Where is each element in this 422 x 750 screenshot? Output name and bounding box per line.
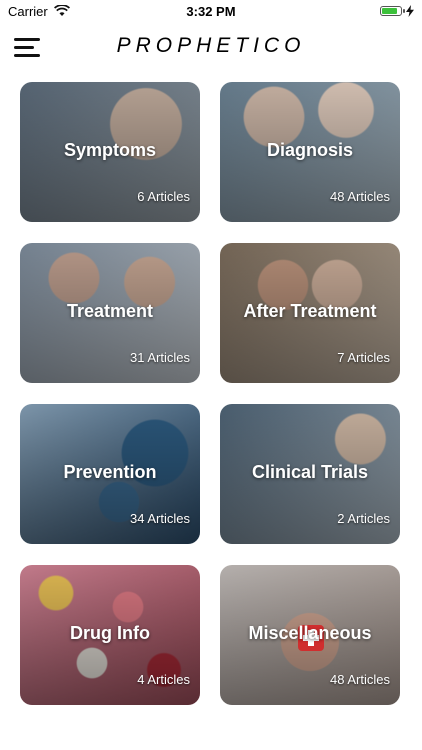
battery-icon bbox=[380, 6, 405, 16]
card-title: After Treatment bbox=[243, 301, 377, 321]
category-card-symptoms[interactable]: Symptoms 6 Articles bbox=[20, 82, 200, 222]
card-title: Symptoms bbox=[63, 140, 157, 160]
category-card-drug-info[interactable]: Drug Info 4 Articles bbox=[20, 565, 200, 705]
app-header: PROPHETICO bbox=[0, 30, 422, 66]
card-title: Drug Info bbox=[70, 623, 150, 643]
category-card-prevention[interactable]: Prevention 34 Articles bbox=[20, 404, 200, 544]
category-card-after-treatment[interactable]: After Treatment 7 Articles bbox=[220, 243, 400, 383]
card-article-count: 48 Articles bbox=[330, 672, 390, 687]
category-card-miscellaneous[interactable]: Miscellaneous 48 Articles bbox=[220, 565, 400, 705]
battery-fill bbox=[382, 8, 398, 14]
card-article-count: 7 Articles bbox=[337, 350, 390, 365]
card-article-count: 2 Articles bbox=[337, 511, 390, 526]
category-card-treatment[interactable]: Treatment 31 Articles bbox=[20, 243, 200, 383]
card-article-count: 34 Articles bbox=[130, 511, 190, 526]
card-title: Prevention bbox=[63, 462, 157, 482]
card-article-count: 4 Articles bbox=[137, 672, 190, 687]
status-time: 3:32 PM bbox=[186, 3, 236, 19]
brand-logo: PROPHETICO bbox=[116, 34, 306, 57]
card-article-count: 6 Articles bbox=[137, 189, 190, 204]
category-card-diagnosis[interactable]: Diagnosis 48 Articles bbox=[220, 82, 400, 222]
card-article-count: 48 Articles bbox=[330, 189, 390, 204]
card-title: Treatment bbox=[66, 301, 154, 321]
card-title: Diagnosis bbox=[266, 140, 354, 160]
card-article-count: 31 Articles bbox=[130, 350, 190, 365]
category-grid: Symptoms 6 Articles Diagnosis 48 Article… bbox=[20, 82, 402, 705]
status-bar: Carrier 3:32 PM bbox=[0, 0, 422, 22]
card-title: Miscellaneous bbox=[248, 623, 372, 643]
card-title: Clinical Trials bbox=[251, 462, 369, 482]
category-card-clinical-trials[interactable]: Clinical Trials 2 Articles bbox=[220, 404, 400, 544]
